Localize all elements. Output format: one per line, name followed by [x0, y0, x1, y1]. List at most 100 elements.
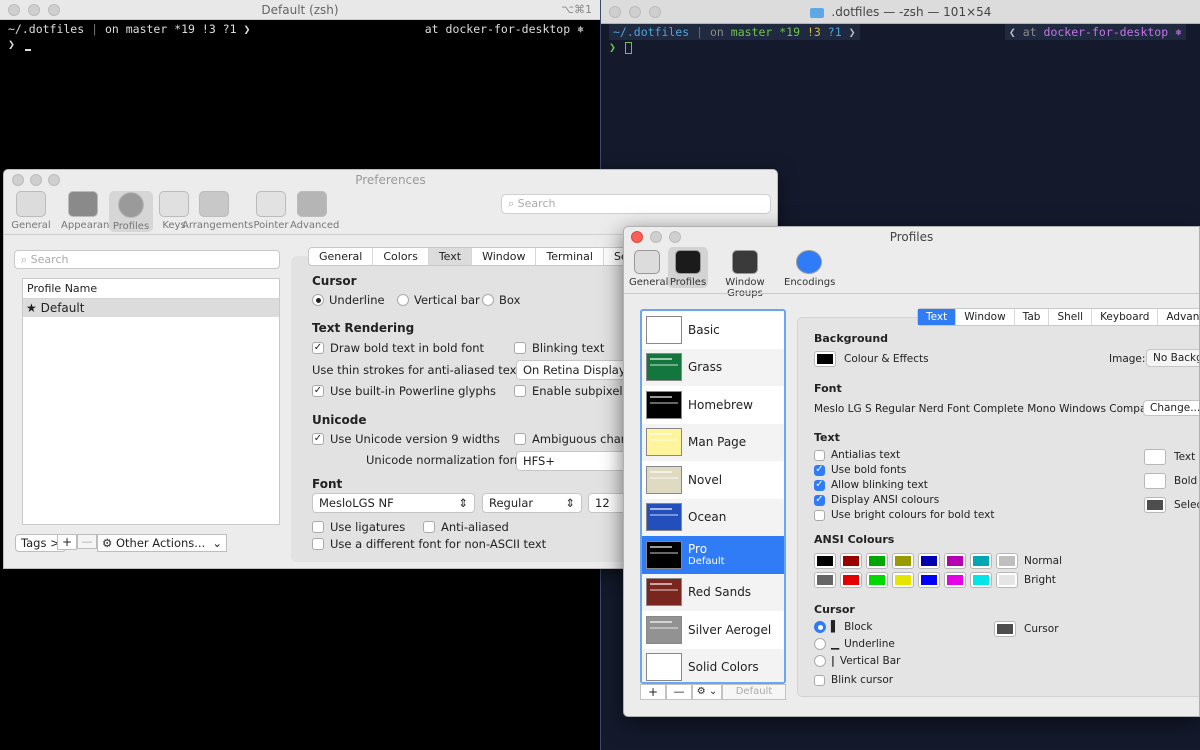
- minimize-button[interactable]: [629, 6, 641, 18]
- cursor-option-block[interactable]: ▌ Block: [814, 621, 872, 633]
- blink-cursor-checkbox[interactable]: Blink cursor: [814, 674, 893, 686]
- blinking-text-checkbox[interactable]: Blinking text: [514, 341, 604, 355]
- ansi-bright-swatch-0[interactable]: [814, 572, 836, 588]
- close-button[interactable]: [8, 4, 20, 16]
- profile-item-grass[interactable]: Grass: [642, 348, 784, 386]
- toolbar-arrangements[interactable]: Arrangements: [182, 191, 253, 231]
- ansi-normal-swatch-6[interactable]: [970, 553, 992, 569]
- tab-tab[interactable]: Tab: [1015, 309, 1050, 325]
- text-option-3[interactable]: ✓ Display ANSI colours: [814, 494, 939, 506]
- toolbar-profiles[interactable]: Profiles: [109, 191, 153, 232]
- text-colour-swatch[interactable]: [1144, 449, 1166, 465]
- font-family-select[interactable]: MesloLGS NF ⇕: [312, 493, 475, 513]
- ansi-normal-swatch-0[interactable]: [814, 553, 836, 569]
- profile-search-input[interactable]: ⌕ Search: [14, 250, 280, 269]
- remove-profile-button[interactable]: —: [666, 684, 692, 700]
- profile-item-novel[interactable]: Novel: [642, 461, 784, 499]
- ansi-normal-swatch-3[interactable]: [892, 553, 914, 569]
- toolbar-window-groups[interactable]: Window Groups: [708, 247, 782, 299]
- close-button[interactable]: [12, 174, 24, 186]
- unicode-v9-checkbox[interactable]: ✓ Use Unicode version 9 widths: [312, 432, 500, 446]
- left-terminal-titlebar[interactable]: Default (zsh) ⌥⌘1: [0, 0, 600, 20]
- selection-colour-swatch[interactable]: [1144, 497, 1166, 513]
- cursor-colour-swatch[interactable]: [994, 621, 1016, 637]
- cursor-option-underline[interactable]: Underline: [312, 293, 385, 307]
- tab-shell[interactable]: Shell: [1049, 309, 1093, 325]
- toolbar-general[interactable]: General: [629, 247, 668, 288]
- text-option-1[interactable]: ✓ Use bold fonts: [814, 464, 906, 476]
- ansi-bright-swatch-2[interactable]: [866, 572, 888, 588]
- remove-profile-button[interactable]: —: [77, 534, 97, 549]
- ansi-bright-swatch-4[interactable]: [918, 572, 940, 588]
- text-option-0[interactable]: Antialias text: [814, 449, 900, 461]
- non-ascii-font-checkbox[interactable]: Use a different font for non-ASCII text: [312, 537, 546, 551]
- ansi-bright-swatch-5[interactable]: [944, 572, 966, 588]
- profile-item-homebrew[interactable]: Homebrew: [642, 386, 784, 424]
- tab-terminal[interactable]: Terminal: [536, 248, 604, 265]
- default-button[interactable]: Default: [722, 684, 786, 700]
- profiles-window[interactable]: Profiles GeneralProfilesWindow GroupsEnc…: [623, 226, 1200, 717]
- toolbar-advanced[interactable]: Advanced: [290, 191, 339, 231]
- cursor-option-box[interactable]: Box: [482, 293, 520, 307]
- tab-window[interactable]: Window: [956, 309, 1015, 325]
- cursor-option-vertical-bar[interactable]: | Vertical Bar: [814, 655, 900, 667]
- other-actions-button[interactable]: ⚙ Other Actions... ⌄: [97, 534, 227, 552]
- ligatures-checkbox[interactable]: Use ligatures: [312, 520, 405, 534]
- font-style-select[interactable]: Regular ⇕: [482, 493, 582, 513]
- normalization-select[interactable]: HFS+: [516, 451, 636, 471]
- tab-general[interactable]: General: [309, 248, 374, 265]
- cursor-option-underline[interactable]: ▁ Underline: [814, 638, 895, 650]
- toolbar-encodings[interactable]: Encodings: [784, 247, 835, 288]
- ansi-normal-swatch-5[interactable]: [944, 553, 966, 569]
- bold-font-checkbox[interactable]: ✓ Draw bold text in bold font: [312, 341, 484, 355]
- profile-item-basic[interactable]: Basic: [642, 311, 784, 349]
- text-option-2[interactable]: ✓ Allow blinking text: [814, 479, 928, 491]
- change-font-button[interactable]: Change...: [1143, 400, 1199, 416]
- gear-menu-button[interactable]: ⚙ ⌄: [692, 684, 722, 700]
- tab-text[interactable]: Text: [918, 309, 957, 325]
- ansi-normal-swatch-1[interactable]: [840, 553, 862, 569]
- toolbar-general[interactable]: General: [9, 191, 53, 231]
- ansi-normal-swatch-2[interactable]: [866, 553, 888, 569]
- ansi-bright-swatch-7[interactable]: [996, 572, 1018, 588]
- tab-text[interactable]: Text: [428, 248, 473, 265]
- preferences-search[interactable]: ⌕ Search: [501, 194, 771, 214]
- cursor-option-vertical-bar[interactable]: Vertical bar: [397, 293, 480, 307]
- powerline-checkbox[interactable]: ✓ Use built-in Powerline glyphs: [312, 384, 496, 398]
- close-button[interactable]: [609, 6, 621, 18]
- add-profile-button[interactable]: +: [640, 684, 666, 700]
- thin-strokes-select[interactable]: On Retina Displays: [516, 360, 636, 380]
- background-colour-swatch[interactable]: [814, 351, 836, 367]
- tab-window[interactable]: Window: [472, 248, 537, 265]
- tab-keyboard[interactable]: Keyboard: [1092, 309, 1159, 325]
- ansi-bright-swatch-6[interactable]: [970, 572, 992, 588]
- profile-item-silver-aerogel[interactable]: Silver Aerogel: [642, 611, 784, 649]
- ansi-normal-swatch-7[interactable]: [996, 553, 1018, 569]
- toolbar-profiles[interactable]: Profiles: [668, 247, 708, 288]
- add-profile-button[interactable]: +: [57, 534, 77, 550]
- ansi-bright-swatch-1[interactable]: [840, 572, 862, 588]
- right-terminal-titlebar[interactable]: .dotfiles — -zsh — 101×54: [601, 0, 1200, 24]
- profile-item-red-sands[interactable]: Red Sands: [642, 573, 784, 611]
- text-option-4[interactable]: Use bright colours for bold text: [814, 509, 994, 521]
- tab-advanced[interactable]: Advanced: [1158, 309, 1199, 325]
- tab-colors[interactable]: Colors: [373, 248, 429, 265]
- profile-item-man-page[interactable]: Man Page: [642, 423, 784, 461]
- font-size-field[interactable]: 12: [588, 493, 628, 513]
- profiles-titlebar[interactable]: Profiles: [624, 227, 1199, 247]
- profile-row-default[interactable]: ★ Default: [23, 299, 279, 317]
- zoom-button[interactable]: [649, 6, 661, 18]
- zoom-button[interactable]: [669, 231, 681, 243]
- minimize-button[interactable]: [650, 231, 662, 243]
- ansi-bright-swatch-3[interactable]: [892, 572, 914, 588]
- profile-item-solid-colors[interactable]: Solid Colors: [642, 648, 784, 682]
- minimize-button[interactable]: [28, 4, 40, 16]
- bold-text-colour-swatch[interactable]: [1144, 473, 1166, 489]
- toolbar-pointer[interactable]: Pointer: [249, 191, 293, 231]
- profile-item-pro[interactable]: Pro Default: [642, 536, 784, 574]
- profile-item-ocean[interactable]: Ocean: [642, 498, 784, 536]
- toolbar-appearance[interactable]: Appearance: [61, 191, 121, 231]
- ansi-normal-swatch-4[interactable]: [918, 553, 940, 569]
- zoom-button[interactable]: [48, 4, 60, 16]
- zoom-button[interactable]: [48, 174, 60, 186]
